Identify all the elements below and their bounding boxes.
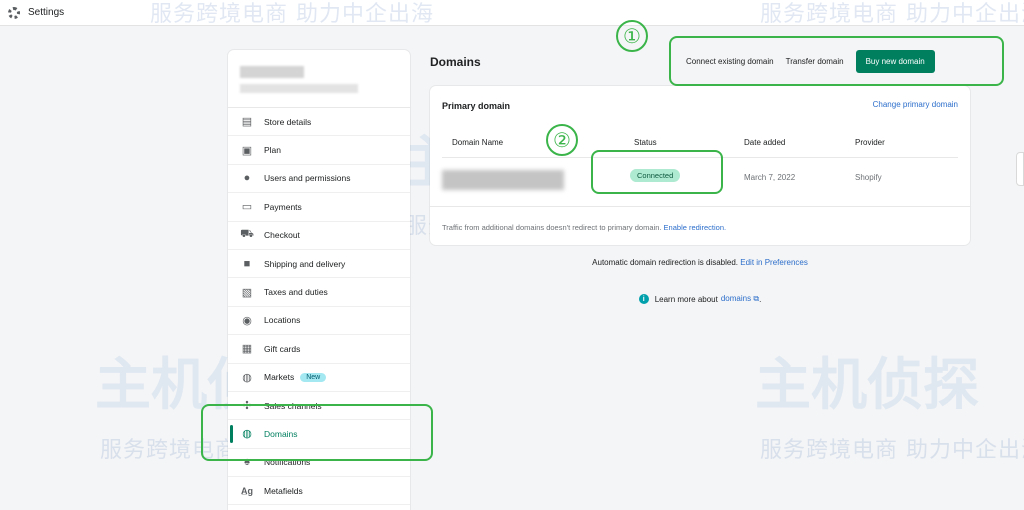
card-title: Primary domain bbox=[442, 101, 511, 111]
sidebar-item-gift-cards[interactable]: ▦ Gift cards bbox=[228, 335, 410, 364]
top-bar: Settings bbox=[0, 0, 1024, 26]
sidebar-item-checkout[interactable]: ⛟ Checkout bbox=[228, 222, 410, 250]
domains-help-link[interactable]: domains ⧉ bbox=[721, 294, 759, 304]
sidebar-item-payments[interactable]: ▭ Payments bbox=[228, 193, 410, 222]
watermark-slogan: 服务跨境电商 助力中企出海 bbox=[760, 438, 1024, 463]
edit-in-preferences-link[interactable]: Edit in Preferences bbox=[740, 258, 808, 267]
date-added-value: March 7, 2022 bbox=[744, 173, 796, 182]
sidebar-item-label: Gift cards bbox=[264, 343, 301, 354]
redirection-note: Automatic domain redirection is disabled… bbox=[592, 258, 808, 267]
sidebar-item-label: Markets bbox=[264, 372, 295, 383]
domain-name-blurred[interactable] bbox=[442, 170, 564, 190]
annotation-number-1: ① bbox=[616, 20, 648, 52]
plan-icon: ▣ bbox=[241, 144, 253, 157]
provider-value: Shopify bbox=[855, 173, 882, 182]
sidebar-item-label: Metafields bbox=[264, 485, 303, 496]
payments-icon: ▭ bbox=[241, 201, 253, 214]
sidebar-item-locations[interactable]: ◉ Locations bbox=[228, 307, 410, 336]
tax-icon: ▧ bbox=[241, 286, 253, 299]
truck-icon: ■ bbox=[243, 257, 251, 270]
globe-icon: ◍ bbox=[242, 371, 252, 384]
sidebar-item-taxes[interactable]: ▧ Taxes and duties bbox=[228, 278, 410, 307]
location-pin-icon: ◉ bbox=[242, 314, 252, 327]
sidebar-item-label: Users and permissions bbox=[264, 173, 351, 184]
enable-redirection-link[interactable]: Enable redirection. bbox=[664, 223, 727, 232]
annotation-box-status bbox=[591, 150, 723, 194]
gift-icon: ▦ bbox=[241, 343, 253, 356]
store-icon: ▤ bbox=[241, 116, 253, 129]
card-footer-note: Traffic from additional domains doesn't … bbox=[442, 223, 727, 232]
sidebar-item-label: Taxes and duties bbox=[264, 287, 328, 298]
page-title: Domains bbox=[430, 55, 481, 69]
cart-icon: ⛟ bbox=[240, 228, 254, 241]
side-drawer-handle[interactable] bbox=[1016, 152, 1024, 186]
sidebar-item-metafields[interactable]: A̲g Metafields bbox=[228, 477, 410, 506]
annotation-box-actions bbox=[669, 36, 1004, 86]
sidebar-item-shipping[interactable]: ■ Shipping and delivery bbox=[228, 250, 410, 279]
new-badge: New bbox=[300, 372, 327, 382]
learn-more-row: i Learn more about domains ⧉ . bbox=[430, 294, 970, 304]
sidebar-item-label: Shipping and delivery bbox=[264, 258, 346, 269]
column-header-status: Status bbox=[634, 138, 657, 147]
page-header-title: Settings bbox=[28, 7, 65, 18]
metafields-icon: A̲g bbox=[241, 485, 253, 496]
column-header-domain-name: Domain Name bbox=[452, 138, 504, 147]
sidebar-item-label: Plan bbox=[264, 145, 282, 156]
sidebar-item-users[interactable]: ● Users and permissions bbox=[228, 165, 410, 194]
sidebar-item-store-details[interactable]: ▤ Store details bbox=[228, 108, 410, 137]
sidebar-item-markets[interactable]: ◍ Markets New bbox=[228, 364, 410, 392]
sidebar-item-label: Store details bbox=[264, 116, 312, 127]
column-header-date-added: Date added bbox=[744, 138, 786, 147]
info-icon: i bbox=[638, 294, 649, 304]
gear-icon bbox=[8, 6, 20, 19]
store-name-blurred bbox=[228, 50, 410, 108]
sidebar-item-label: Checkout bbox=[264, 230, 300, 241]
change-primary-domain-link[interactable]: Change primary domain bbox=[873, 100, 958, 109]
sidebar-item-label: Locations bbox=[264, 315, 301, 326]
column-header-provider: Provider bbox=[855, 138, 885, 147]
annotation-number-2: ② bbox=[546, 124, 578, 156]
sidebar-item-label: Payments bbox=[264, 201, 302, 212]
annotation-box-domains bbox=[201, 404, 433, 461]
user-icon: ● bbox=[243, 172, 251, 185]
watermark-brand: 主机侦探 bbox=[755, 353, 979, 418]
sidebar-item-plan[interactable]: ▣ Plan bbox=[228, 136, 410, 165]
